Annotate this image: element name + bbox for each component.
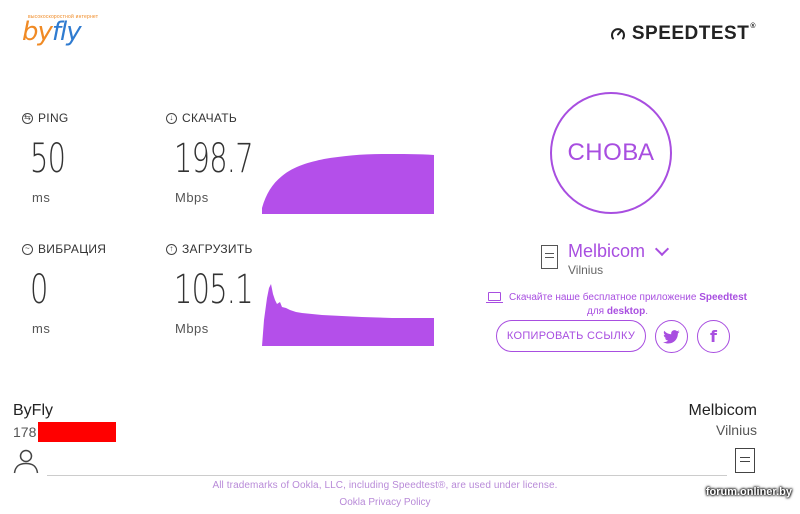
upload-graph-area (262, 284, 434, 346)
promo-text: Скачайте наше бесплатное приложение (509, 292, 700, 303)
jitter-unit: ms (32, 321, 51, 336)
byfly-logo: высокоскоростной интернет byfly (22, 14, 98, 45)
ping-unit: ms (32, 190, 51, 205)
chevron-down-icon[interactable] (654, 241, 670, 256)
upload-graph (262, 280, 434, 346)
jitter-label: ~ ВИБРАЦИЯ (22, 242, 106, 256)
facebook-share-button[interactable]: f (697, 320, 730, 353)
promo-text-mid: для (587, 306, 607, 317)
download-graph (262, 148, 434, 214)
promo-platform: desktop (606, 306, 646, 317)
footer-server-location: Vilnius (716, 422, 757, 438)
watermark: forum.onliner.by (705, 486, 792, 498)
desktop-app-promo[interactable]: Скачайте наше бесплатное приложение Spee… (480, 291, 755, 319)
footer-divider (47, 475, 727, 476)
privacy-policy-link[interactable]: Ookla Privacy Policy (0, 497, 770, 508)
server-document-icon[interactable] (735, 448, 755, 473)
upload-label: ↑ ЗАГРУЗИТЬ (166, 242, 253, 256)
ping-label: ⇆ PING (22, 111, 69, 125)
ping-icon: ⇆ (22, 112, 33, 124)
footer-server-name: Melbicom (688, 402, 757, 419)
download-label: ↓ СКАЧАТЬ (166, 111, 237, 125)
redaction-box (38, 422, 117, 442)
upload-unit: Mbps (175, 321, 209, 336)
user-icon[interactable] (13, 448, 39, 479)
facebook-icon: f (710, 327, 717, 346)
server-name: Melbicom (568, 241, 646, 261)
server-icon (541, 245, 558, 269)
server-location: Vilnius (568, 263, 604, 277)
isp-name: ByFly (13, 402, 53, 419)
speedometer-icon (610, 28, 625, 40)
upload-arrow-icon: ↑ (166, 243, 177, 255)
upload-label-text: ЗАГРУЗИТЬ (182, 242, 253, 256)
ping-value: 50 (30, 136, 66, 182)
download-arrow-icon: ↓ (166, 112, 177, 124)
logo-fly: fly (51, 17, 82, 47)
footer-server: Melbicom Vilnius (689, 402, 757, 438)
ping-label-text: PING (38, 111, 69, 125)
jitter-icon: ~ (22, 243, 33, 255)
logo-by: by (22, 17, 53, 47)
brand-trademark: ® (750, 23, 756, 30)
promo-text-end: . (645, 306, 648, 317)
laptop-icon (486, 292, 503, 303)
isp-ip-prefix: 178 (13, 424, 37, 440)
upload-value: 105.1 (174, 267, 254, 313)
twitter-icon (663, 329, 680, 344)
server-selector[interactable]: Melbicom Vilnius (541, 241, 670, 277)
legal-notice: All trademarks of Ookla, LLC, including … (212, 480, 558, 491)
download-value: 198.7 (174, 136, 254, 182)
isp-ip: 178 (13, 422, 117, 442)
again-button[interactable]: СНОВА (550, 92, 672, 214)
download-unit: Mbps (175, 190, 209, 205)
promo-app: Speedtest (699, 292, 747, 303)
download-label-text: СКАЧАТЬ (182, 111, 238, 125)
jitter-label-text: ВИБРАЦИЯ (38, 242, 107, 256)
brand-name: SPEEDTEST (631, 23, 750, 44)
speedtest-brand[interactable]: SPEEDTEST® (610, 23, 756, 45)
jitter-value: 0 (30, 267, 48, 313)
copy-link-button[interactable]: КОПИРОВАТЬ ССЫЛКУ (496, 320, 646, 352)
twitter-share-button[interactable] (655, 320, 688, 353)
download-graph-area (262, 154, 434, 214)
